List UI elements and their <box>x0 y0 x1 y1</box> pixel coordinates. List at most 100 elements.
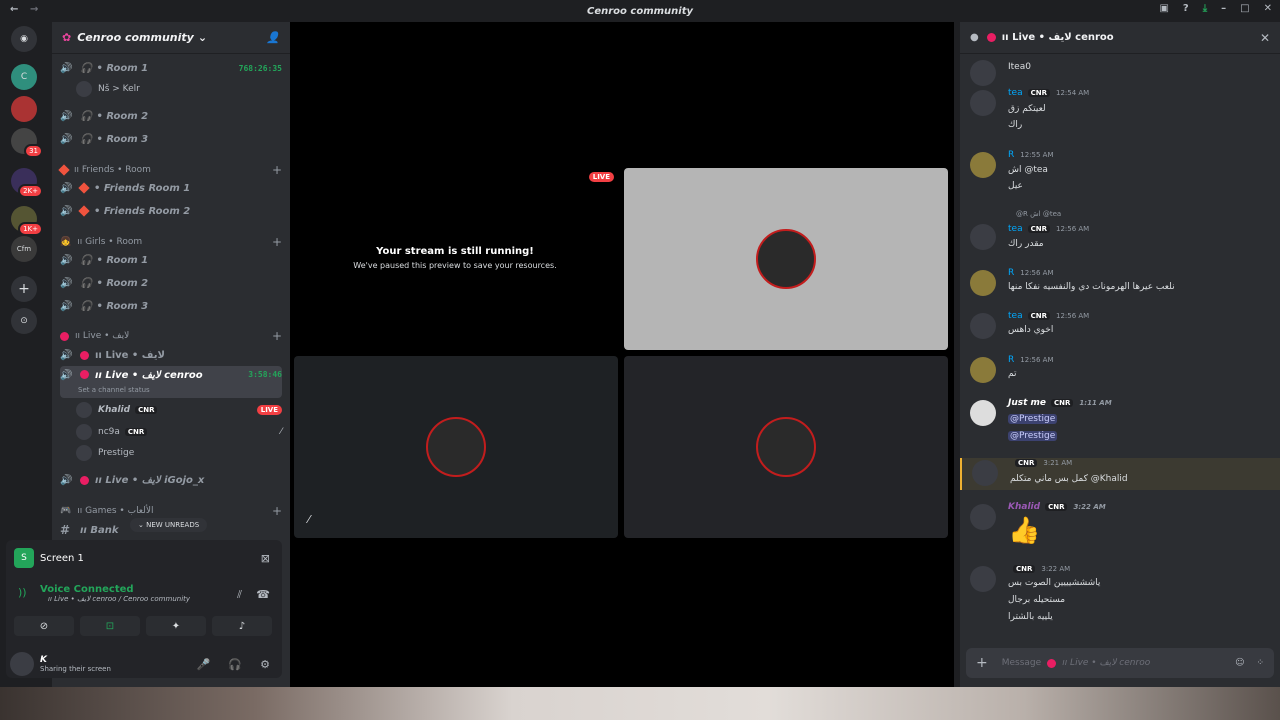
chat-message-highlighted[interactable]: CNR 3:21 AM كمل بس ماني متكلم @Khalid <box>960 458 1280 490</box>
channel-live-cenroo[interactable]: 🔊 ıı Live • لايف cenroo 3:58:46 Set a ch… <box>60 366 282 398</box>
channel-name: ıı Bank <box>80 524 119 536</box>
discover-icon[interactable]: ⊙ <box>11 308 37 334</box>
mention[interactable]: @Prestige <box>1008 414 1058 424</box>
emoji-icon[interactable]: ☺ <box>1235 658 1244 668</box>
category-friends[interactable]: ıı Friends • Room + <box>58 162 282 178</box>
voice-user-nc9a[interactable]: nc9a CNR ⁄ <box>76 422 282 442</box>
microphone-icon[interactable]: 🎤 <box>197 658 211 671</box>
channel-room-2[interactable]: 🔊 🎧 • Room 2 <box>60 106 282 126</box>
voice-user-prestige[interactable]: Prestige <box>76 443 282 463</box>
category-games[interactable]: 🎮 ıı Games • الألعاب + <box>60 503 282 519</box>
screen-share-button[interactable]: ⊡ <box>80 616 140 636</box>
server-icon[interactable]: 2K+ <box>11 168 43 198</box>
headphone-icon: 🎧 <box>80 133 93 145</box>
add-channel-icon[interactable]: + <box>272 163 282 177</box>
chat-message[interactable]: tea CNR 12:56 AM اخوي داهس <box>968 311 1272 341</box>
add-server-icon[interactable]: + <box>11 276 37 302</box>
voice-buttons: ⊘ ⊡ ✦ ♪ <box>14 616 272 636</box>
category-live[interactable]: ıı Live • لايف + <box>60 328 282 344</box>
discord-home-icon[interactable]: ◉ <box>11 26 37 52</box>
live-dot-icon <box>80 350 89 360</box>
channel-name: • Room 1 <box>96 62 149 74</box>
help-icon[interactable]: ? <box>1183 3 1189 14</box>
chat-message[interactable]: R 12:55 AM اش @tea عيل <box>968 150 1272 194</box>
participant-tile[interactable] <box>624 356 948 538</box>
timestamp: 3:22 AM <box>1073 503 1106 511</box>
invite-people-icon[interactable]: 👤 <box>266 31 280 44</box>
channel-room-3[interactable]: 🔊 🎧 • Room 3 <box>60 129 282 149</box>
close-window-icon[interactable]: ✕ <box>1264 3 1272 14</box>
channel-girls-room-3[interactable]: 🔊 🎧 • Room 3 <box>60 296 282 316</box>
disconnect-icon[interactable]: ☎ <box>256 588 270 601</box>
chat-message[interactable]: Itea0 <box>968 58 1272 86</box>
role-tag: CNR <box>1027 89 1050 97</box>
voice-user-khalid[interactable]: Khalid CNR LIVE <box>76 400 282 420</box>
chat-message[interactable]: R 12:56 AM تم <box>968 355 1272 385</box>
channel-live-igojo[interactable]: 🔊 ıı Live • لايف iGojo_x <box>60 470 282 490</box>
chat-message[interactable]: R 12:56 AM نلعب عيرها الهرمونات دي والنفس… <box>968 268 1272 298</box>
activities-button[interactable]: ✦ <box>146 616 206 636</box>
category-label: ıı Live • لايف <box>75 331 130 341</box>
message-author: tea CNR 12:56 AM <box>1008 311 1089 321</box>
channel-name: • Room 2 <box>96 110 149 122</box>
settings-gear-icon[interactable]: ⚙ <box>260 658 270 671</box>
category-girls[interactable]: 👧 ıı Girls • Room + <box>60 234 282 250</box>
maximize-icon[interactable]: □ <box>1240 3 1249 14</box>
guild-header[interactable]: ✿ Cenroo community ⌄ 👤 <box>52 22 290 54</box>
channel-girls-room-1[interactable]: 🔊 🎧 • Room 1 <box>60 250 282 270</box>
chat-message[interactable]: Just me CNR 1:11 AM @Prestige @Prestige <box>968 398 1272 448</box>
chat-message[interactable]: @R اش @tea tea CNR 12:56 AM مقدر راك <box>968 210 1272 250</box>
apps-icon[interactable]: ⁘ <box>1256 658 1264 668</box>
mention[interactable]: @Prestige <box>1008 431 1058 441</box>
chevron-down-icon: ⌄ <box>197 31 208 44</box>
close-icon[interactable]: ✕ <box>1260 31 1270 45</box>
inbox-icon[interactable]: ▣ <box>1159 3 1168 14</box>
add-channel-icon[interactable]: + <box>272 235 282 249</box>
server-icon[interactable] <box>11 96 37 122</box>
server-icon[interactable]: 1K+ <box>11 206 43 236</box>
mention-badge: 2K+ <box>18 184 43 198</box>
channel-status[interactable]: Set a channel status <box>78 386 150 394</box>
soundboard-button[interactable]: ♪ <box>212 616 272 636</box>
camera-off-button[interactable]: ⊘ <box>14 616 74 636</box>
message-composer[interactable]: + Message ıı Live • لايف cenroo ☺ ⁘ <box>966 648 1274 678</box>
message-text: مستحيله برجال <box>1008 595 1066 605</box>
chat-message[interactable]: tea CNR 12:54 AM لعيتكم زق راك <box>968 88 1272 138</box>
minimize-icon[interactable]: – <box>1221 3 1226 14</box>
channel-friends-room-1[interactable]: 🔊 • Friends Room 1 <box>60 178 282 198</box>
server-icon[interactable]: 31 <box>11 128 43 158</box>
chat-message[interactable]: Khalid CNR 3:22 AM 👍 <box>968 502 1272 552</box>
user-status: Sharing their screen <box>40 665 111 673</box>
server-icon[interactable]: Cfm <box>11 236 37 262</box>
participant-tile[interactable] <box>624 168 948 350</box>
server-cenroo[interactable]: C <box>11 64 37 90</box>
add-attachment-icon[interactable]: + <box>976 655 988 671</box>
add-channel-icon[interactable]: + <box>272 504 282 518</box>
voice-user-name: Prestige <box>98 448 135 458</box>
forward-arrow-icon[interactable]: → <box>30 4 38 15</box>
channel-girls-room-2[interactable]: 🔊 🎧 • Room 2 <box>60 273 282 293</box>
channel-room-1[interactable]: 🔊 🎧 • Room 1 768:26:35 <box>60 58 282 78</box>
back-arrow-icon[interactable]: ← <box>10 4 18 15</box>
message-author: tea CNR 12:54 AM <box>1008 88 1089 98</box>
paused-stream-tile[interactable]: LIVE Your stream is still running! We've… <box>290 168 620 348</box>
message-author: R 12:55 AM <box>1008 150 1054 160</box>
avatar <box>76 81 92 97</box>
noise-suppression-icon[interactable]: ⫽ <box>237 588 242 602</box>
close-screen-icon[interactable]: ⊠ <box>261 552 270 565</box>
add-channel-icon[interactable]: + <box>272 329 282 343</box>
new-unreads-button[interactable]: ⌄ NEW UNREADS <box>130 518 208 532</box>
channel-friends-room-2[interactable]: 🔊 • Friends Room 2 <box>60 201 282 221</box>
download-icon[interactable]: ⤓ <box>1203 3 1207 14</box>
voice-user[interactable]: Nš > Kelr <box>76 79 282 99</box>
server-label: Cfm <box>16 245 32 253</box>
headphone-icon[interactable]: 🎧 <box>228 658 242 671</box>
channel-live[interactable]: 🔊 ıı Live • لايف <box>60 345 282 365</box>
chat-message[interactable]: CNR 3:22 AM ياشششيييين الصوت بس مستحيله ب… <box>968 564 1272 626</box>
message-author: R 12:56 AM <box>1008 268 1054 278</box>
reply-preview[interactable]: @R اش @tea <box>1016 210 1061 218</box>
avatar[interactable] <box>10 652 34 676</box>
channel-name: ıı Live • لايف iGojo_x <box>95 474 205 486</box>
role-tag: CNR <box>1027 312 1050 320</box>
participant-tile[interactable]: ⁄ <box>294 356 618 538</box>
